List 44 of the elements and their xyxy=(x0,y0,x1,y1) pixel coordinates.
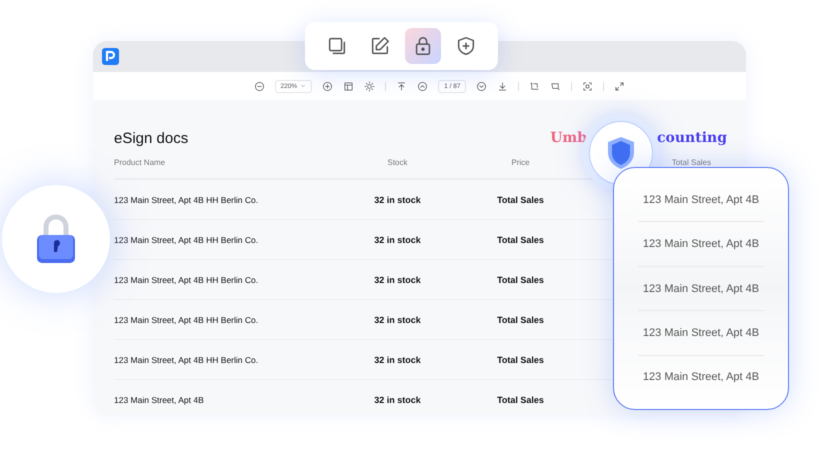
next-page-icon[interactable] xyxy=(476,80,488,92)
layout-icon[interactable] xyxy=(343,80,354,92)
brand-text: Umb xyxy=(550,130,588,146)
table-cell: Total Sales xyxy=(497,234,544,244)
table-cell: 32 in stock xyxy=(374,234,421,244)
table-cell: Total Sales xyxy=(497,354,544,364)
address-text: 123 Main Street, Apt 4B xyxy=(642,194,760,206)
previous-page-icon[interactable] xyxy=(417,80,428,92)
address-text: 123 Main Street, Apt 4B xyxy=(642,282,760,295)
column-header: Stock xyxy=(387,158,408,166)
app-logo-icon xyxy=(102,48,119,65)
table-cell: 123 Main Street, Apt 4B HH Berlin Co. xyxy=(114,234,258,244)
brand-text: counting xyxy=(657,130,727,146)
table-cell: Total Sales xyxy=(497,274,544,284)
download-icon[interactable] xyxy=(497,80,508,92)
column-header: Total Sales xyxy=(672,158,711,166)
table-cell: 32 in stock xyxy=(374,194,421,204)
column-header: Product Name xyxy=(114,158,166,166)
column-header: Price xyxy=(511,158,530,166)
document-title: eSign docs xyxy=(114,130,188,146)
tool-button[interactable] xyxy=(405,28,442,64)
address-text: 123 Main Street, Apt 4B xyxy=(642,238,760,250)
table-cell: Total Sales xyxy=(497,394,544,404)
fullscreen-icon[interactable] xyxy=(614,80,626,92)
table-cell: 32 in stock xyxy=(374,274,421,284)
zoom-in-icon[interactable] xyxy=(322,80,334,92)
table-cell: 123 Main Street, Apt 4B HH Berlin Co. xyxy=(114,194,258,204)
table-cell: 123 Main Street, Apt 4B xyxy=(114,394,204,404)
brightness-icon[interactable] xyxy=(364,80,376,92)
first-page-icon[interactable] xyxy=(396,80,408,92)
table-cell: 123 Main Street, Apt 4B HH Berlin Co. xyxy=(114,354,258,364)
address-text: 123 Main Street, Apt 4B xyxy=(642,326,760,339)
zoom-out-icon[interactable] xyxy=(254,80,265,92)
shield-icon xyxy=(606,136,636,170)
table-cell: Total Sales xyxy=(497,314,544,324)
scan-icon[interactable] xyxy=(582,80,594,92)
address-text: 123 Main Street, Apt 4B xyxy=(642,371,760,384)
caret-icon xyxy=(300,83,306,89)
table-cell: 123 Main Street, Apt 4B HH Berlin Co. xyxy=(114,314,258,324)
table-cell: Total Sales xyxy=(497,194,544,204)
table-cell: 123 Main Street, Apt 4B HH Berlin Co. xyxy=(114,274,258,284)
table-cell: 32 in stock xyxy=(374,314,421,324)
table-cell: 32 in stock xyxy=(374,354,421,364)
table-cell: 32 in stock xyxy=(374,394,421,404)
